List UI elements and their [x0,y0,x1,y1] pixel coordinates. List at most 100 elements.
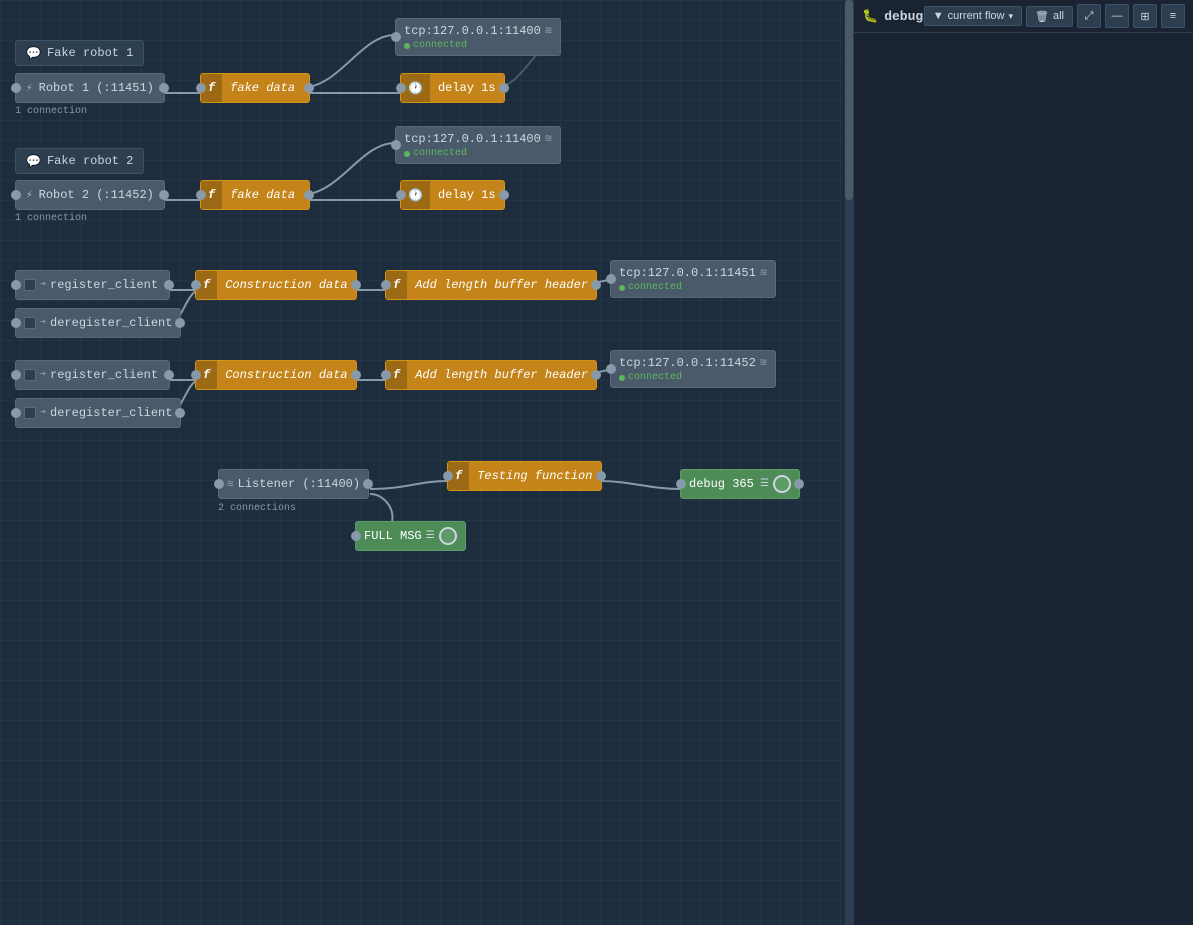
all-label: all [1053,10,1064,22]
listener-node[interactable]: ≋ Listener (:11400) [218,469,369,499]
tcp-1-label: tcp:127.0.0.1:11400 [404,24,541,38]
construction-1-node[interactable]: f Construction data [195,270,357,300]
current-flow-button[interactable]: ▼ current flow ▾ [924,6,1022,26]
robot-1-connection-count: 1 connection [15,106,87,117]
tcp-1-port-left [391,32,401,42]
tcp-2-label: tcp:127.0.0.1:11400 [404,132,541,146]
delay-2-node[interactable]: 🕐 delay 1s [400,180,505,210]
fake-data-1-port-right [304,83,314,93]
full-msg-node[interactable]: FULL MSG ☰ [355,521,466,551]
comment-icon-2: 💬 [26,154,41,169]
tcp-4-port-left [606,364,616,374]
tcp-1-status-dot [404,43,410,49]
debug-365-list-icon: ☰ [760,478,769,490]
fake-robot-2-node[interactable]: 💬 Fake robot 2 [15,148,144,174]
fake-data-1-node[interactable]: f fake data [200,73,310,103]
tcp-2-node[interactable]: tcp:127.0.0.1:11400 ≋ connected [395,126,561,164]
listener-wave-icon: ≋ [227,477,234,491]
all-button[interactable]: 🗑 all [1026,6,1073,27]
debug-365-btn[interactable] [773,475,791,493]
robot-2-node[interactable]: ⚡ Robot 2 (:11452) [15,180,165,210]
scroll-bar[interactable] [845,0,853,925]
tcp-3-status: connected [619,282,767,293]
debug-365-label: debug 365 [689,477,756,491]
trash-icon: 🗑 [1035,10,1049,23]
tcp-2-wave-icon: ≋ [545,131,552,146]
robot-1-label: Robot 1 (:11451) [39,81,154,95]
construction-1-label: Construction data [217,278,355,292]
chevron-down-icon: ▾ [1008,11,1013,22]
testing-function-node[interactable]: f Testing function [447,461,602,491]
sidebar-title-label: debug [884,9,923,24]
delay-1-port-left [396,83,406,93]
delay-1-port-right [499,83,509,93]
grid-button[interactable]: ⊞ [1133,4,1157,28]
add-length-2-label: Add length buffer header [407,368,596,382]
register-2-node[interactable]: ➜ register_client [15,360,170,390]
maximize-button[interactable]: ⤢ [1077,4,1101,28]
construction-1-port-right [351,280,361,290]
add-length-2-node[interactable]: f Add length buffer header [385,360,597,390]
testing-function-port-left [443,471,453,481]
register-2-checkbox[interactable] [24,369,36,381]
tcp-2-status-dot [404,151,410,157]
tcp-3-node[interactable]: tcp:127.0.0.1:11451 ≋ connected [610,260,776,298]
scroll-thumb[interactable] [845,0,853,200]
tcp-1-wave-icon: ≋ [545,23,552,38]
fake-data-2-port-right [304,190,314,200]
deregister-2-label: deregister_client [50,406,172,420]
register-1-port-right [164,280,174,290]
register-1-node[interactable]: ➜ register_client [15,270,170,300]
robot-2-port-right [159,190,169,200]
add-length-2-port-right [591,370,601,380]
register-2-port-right [164,370,174,380]
debug-365-port-left [676,479,686,489]
deregister-2-node[interactable]: ➜ deregister_client [15,398,181,428]
tcp-4-wave-icon: ≋ [760,355,767,370]
minimize-button[interactable]: — [1105,4,1129,28]
tcp-3-port-left [606,274,616,284]
deregister-1-checkbox[interactable] [24,317,36,329]
tcp-4-status-dot [619,375,625,381]
debug-365-port-right [794,479,804,489]
full-msg-list-icon: ☰ [426,530,435,542]
current-flow-label: current flow [948,10,1005,22]
tcp-4-label: tcp:127.0.0.1:11452 [619,356,756,370]
full-msg-btn[interactable] [439,527,457,545]
comment-icon: 💬 [26,46,41,61]
fake-robot-1-node[interactable]: 💬 Fake robot 1 [15,40,144,66]
deregister-2-checkbox[interactable] [24,407,36,419]
register-1-label: register_client [50,278,158,292]
register-1-arrow-icon: ➜ [40,279,46,291]
register-2-label: register_client [50,368,158,382]
debug-365-node[interactable]: debug 365 ☰ [680,469,800,499]
list-button[interactable]: ≡ [1161,4,1185,28]
robot-1-node[interactable]: ⚡ Robot 1 (:11451) [15,73,165,103]
tcp-3-status-dot [619,285,625,291]
flow-canvas[interactable]: 💬 Fake robot 1 ⚡ Robot 1 (:11451) 1 conn… [0,0,853,925]
full-msg-port-left [351,531,361,541]
deregister-1-node[interactable]: ➜ deregister_client [15,308,181,338]
tcp-4-status: connected [619,372,767,383]
construction-2-node[interactable]: f Construction data [195,360,357,390]
listener-port-right [363,479,373,489]
tcp-1-node[interactable]: tcp:127.0.0.1:11400 ≋ connected [395,18,561,56]
delay-2-port-left [396,190,406,200]
delay-1-node[interactable]: 🕐 delay 1s [400,73,505,103]
construction-2-label: Construction data [217,368,355,382]
robot-1-icon: ⚡ [26,81,33,95]
bug-icon: 🐛 [862,9,878,24]
tcp-4-node[interactable]: tcp:127.0.0.1:11452 ≋ connected [610,350,776,388]
add-length-1-node[interactable]: f Add length buffer header [385,270,597,300]
delay-2-port-right [499,190,509,200]
delay-2-label: delay 1s [430,188,504,202]
testing-function-port-right [596,471,606,481]
construction-2-port-right [351,370,361,380]
sidebar-title-area: 🐛 debug [862,9,923,24]
fake-data-2-node[interactable]: f fake data [200,180,310,210]
fake-data-1-port-left [196,83,206,93]
register-1-checkbox[interactable] [24,279,36,291]
add-length-2-port-left [381,370,391,380]
sidebar-header: 🐛 debug ▼ current flow ▾ 🗑 all ⤢ — ⊞ ≡ [854,0,1193,33]
tcp-2-status: connected [404,148,552,159]
